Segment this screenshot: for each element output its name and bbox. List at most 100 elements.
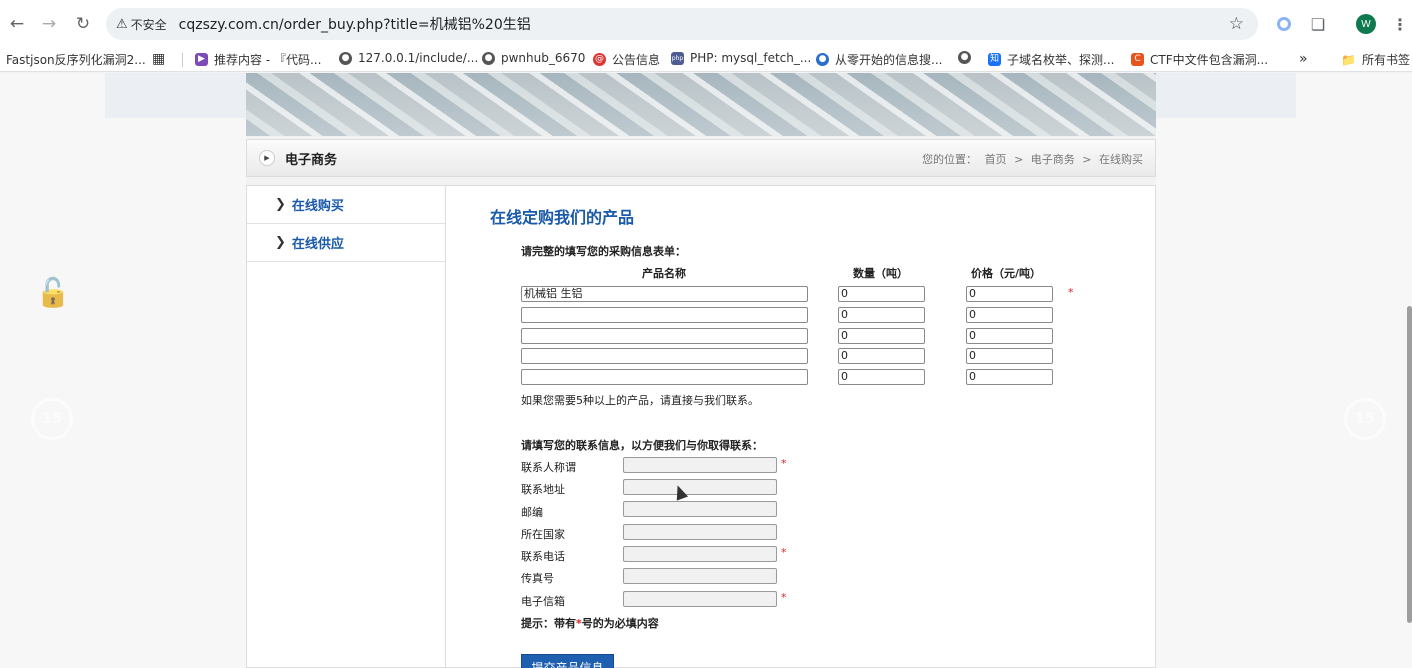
chevron-right-icon: ❯	[275, 197, 286, 212]
required-asterisk: *	[1068, 286, 1074, 299]
product-name-input[interactable]	[521, 369, 808, 385]
browser-toolbar: ← → ↻ ⚠ 不安全 cqzszy.com.cn/order_buy.php?…	[0, 0, 1412, 48]
bookmark-star-icon[interactable]: ☆	[1229, 14, 1244, 34]
breadcrumb: 您的位置： 首页 > 电子商务 > 在线购买	[922, 153, 1143, 166]
nav-item-online-buy[interactable]: ❯ 在线购买	[247, 186, 445, 224]
bookmark-item[interactable]: ● 127.0.0.1/include/...	[339, 51, 478, 65]
price-input[interactable]: 0	[966, 286, 1053, 302]
address-bar[interactable]: ⚠ 不安全 cqzszy.com.cn/order_buy.php?title=…	[106, 8, 1258, 40]
left-nav: ❯ 在线购买 ❯ 在线供应	[246, 185, 446, 668]
required-asterisk: *	[781, 591, 787, 604]
bookmark-item[interactable]: ●	[958, 51, 977, 64]
bookmark-item[interactable]: ▶ 推荐内容 - 『代码...	[195, 51, 321, 68]
red-circle-icon: @	[593, 53, 606, 66]
email-field[interactable]	[623, 591, 777, 607]
phone-field[interactable]	[623, 546, 777, 562]
breadcrumb-current: 在线购买	[1099, 153, 1143, 166]
section-title-bar: ▶ 电子商务 您的位置： 首页 > 电子商务 > 在线购买	[246, 139, 1156, 177]
quantity-input[interactable]: 0	[838, 369, 925, 385]
contact-label: 联系地址	[521, 483, 565, 496]
breadcrumb-home-link[interactable]: 首页	[985, 153, 1007, 166]
section-title: 电子商务	[285, 152, 338, 168]
banner-overlay	[246, 73, 1156, 136]
required-asterisk: *	[781, 546, 787, 559]
zipcode-field[interactable]	[623, 501, 777, 517]
contact-label: 传真号	[521, 572, 554, 585]
globe-icon: ●	[958, 51, 971, 64]
url-text[interactable]: cqzszy.com.cn/order_buy.php?title=机械铝%20…	[179, 14, 531, 34]
contact-label: 联系人称谓	[521, 461, 576, 474]
product-name-input[interactable]: 机械铝 生铝	[521, 286, 808, 302]
more-products-note: 如果您需要5种以上的产品，请直接与我们联系。	[521, 394, 759, 407]
all-bookmarks-button[interactable]: 📁 所有书签	[1341, 51, 1410, 68]
header-shadow	[105, 73, 246, 118]
quantity-input[interactable]: 0	[838, 286, 925, 302]
forward-icon[interactable]: →	[34, 9, 64, 39]
rewind-15-icon[interactable]: 15	[31, 398, 73, 440]
bookmark-item[interactable]: ● 从零开始的信息搜...	[816, 51, 942, 68]
submit-button[interactable]: 提交产品信息	[521, 654, 614, 668]
page-title: 在线定购我们的产品	[490, 208, 635, 227]
price-input[interactable]: 0	[966, 307, 1053, 323]
contact-name-field[interactable]	[623, 457, 777, 473]
apps-grid-icon[interactable]: ▦	[152, 51, 165, 67]
col-header-price: 价格（元/吨）	[971, 267, 1042, 280]
more-bookmarks-button[interactable]: »	[1299, 51, 1308, 67]
price-input[interactable]: 0	[966, 328, 1053, 344]
globe-icon: ●	[339, 51, 352, 65]
header-shadow	[1156, 73, 1296, 118]
form-intro: 请完整的填写您的采购信息表单：	[521, 245, 686, 258]
bookmark-item[interactable]: @ 公告信息	[593, 51, 660, 68]
scrollbar[interactable]	[1407, 306, 1412, 623]
bookmarks-bar: Fastjson反序列化漏洞2... ▦ ▶ 推荐内容 - 『代码... ● 127…	[0, 48, 1412, 72]
required-tip: 提示：带有*号的为必填内容	[521, 617, 659, 630]
bookmark-item[interactable]: Fastjson反序列化漏洞2...	[6, 51, 146, 68]
extensions-puzzle-icon[interactable]: ❏	[1304, 10, 1332, 38]
col-header-product: 产品名称	[642, 267, 686, 280]
contact-label: 联系电话	[521, 550, 565, 563]
chevron-right-icon: ❯	[275, 235, 286, 250]
product-name-input[interactable]	[521, 328, 808, 344]
quantity-input[interactable]: 0	[838, 328, 925, 344]
forward-15-icon[interactable]: 15	[1344, 398, 1386, 440]
nav-item-online-supply[interactable]: ❯ 在线供应	[247, 224, 445, 262]
product-name-input[interactable]	[521, 348, 808, 364]
blue-circle-icon: ●	[816, 53, 829, 66]
required-asterisk: *	[781, 457, 787, 470]
bookmark-item[interactable]: 知子域名枚举、探测...	[988, 51, 1114, 68]
profile-avatar[interactable]: W	[1352, 10, 1380, 38]
quantity-input[interactable]: 0	[838, 307, 925, 323]
fax-field[interactable]	[623, 568, 777, 584]
price-input[interactable]: 0	[966, 369, 1053, 385]
price-input[interactable]: 0	[966, 348, 1053, 364]
page-margin-left	[0, 73, 246, 668]
contact-label: 邮编	[521, 506, 543, 519]
contact-intro: 请填写您的联系信息，以方便我们与你取得联系：	[521, 439, 763, 452]
page-viewport: ▶ 电子商务 您的位置： 首页 > 电子商务 > 在线购买 ❯ 在线购买 ❯ 在线供…	[0, 73, 1412, 668]
order-form-panel: 在线定购我们的产品 请完整的填写您的采购信息表单： 产品名称 数量（吨） 价格（…	[446, 185, 1156, 668]
warning-icon: ⚠	[116, 16, 128, 32]
breadcrumb-section-link[interactable]: 电子商务	[1031, 153, 1075, 166]
zhihu-icon: 知	[988, 53, 1001, 66]
reload-icon[interactable]: ↻	[68, 9, 98, 39]
bookmark-purple-icon: ▶	[195, 53, 208, 66]
bookmark-item[interactable]: php PHP: mysql_fetch_...	[671, 51, 811, 65]
folder-icon: 📁	[1341, 52, 1356, 67]
address-field[interactable]	[623, 479, 777, 495]
extension-circle-icon[interactable]	[1270, 10, 1298, 38]
lock-icon[interactable]: 🔓	[34, 272, 72, 312]
bookmark-item[interactable]: ● pwnhub_6670	[482, 51, 585, 65]
back-icon[interactable]: ←	[2, 9, 32, 39]
contact-label: 电子信箱	[521, 595, 565, 608]
php-icon: php	[671, 51, 684, 65]
security-indicator[interactable]: ⚠ 不安全	[116, 16, 167, 33]
contact-label: 所在国家	[521, 528, 565, 541]
country-field[interactable]	[623, 524, 777, 540]
insecure-label: 不安全	[130, 17, 167, 32]
menu-kebab-icon[interactable]: ⋮	[1386, 10, 1412, 38]
divider	[182, 53, 183, 67]
col-header-qty: 数量（吨）	[853, 267, 908, 280]
product-name-input[interactable]	[521, 307, 808, 323]
quantity-input[interactable]: 0	[838, 348, 925, 364]
bookmark-item[interactable]: C CTF中文件包含漏洞...	[1131, 51, 1268, 68]
